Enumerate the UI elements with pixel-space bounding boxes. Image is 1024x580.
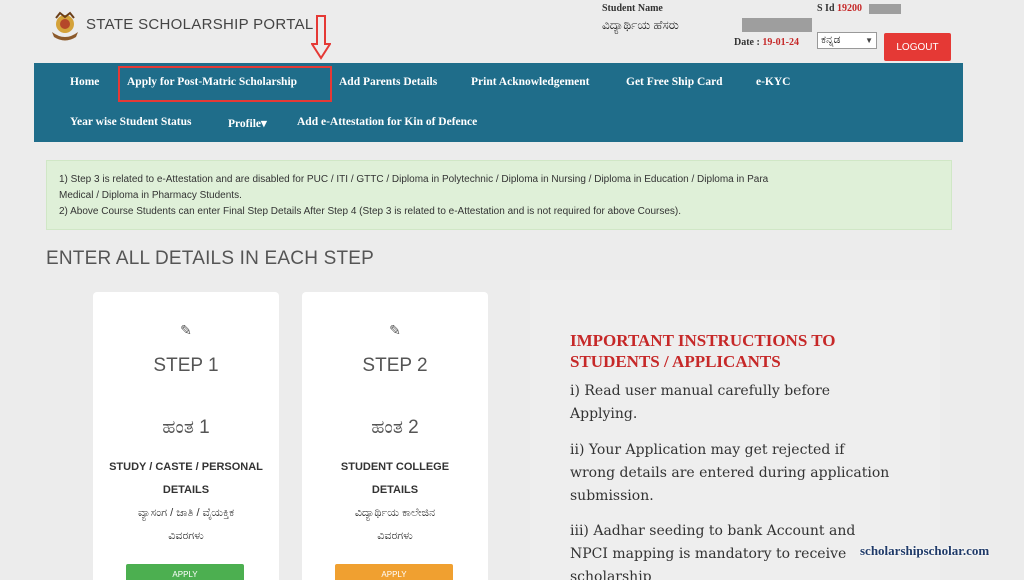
date-label: Date : [734, 37, 760, 48]
nav-add-parents-details[interactable]: Add Parents Details [339, 76, 437, 88]
step-title-kannada: ಹಂತ 1 [162, 417, 210, 438]
step-card-1: ✎ STEP 1 ಹಂತ 1 STUDY / CASTE / PERSONAL … [93, 292, 279, 580]
language-select[interactable]: ಕನ್ನಡ ▼ [817, 32, 877, 49]
important-instructions: IMPORTANT INSTRUCTIONS TO STUDENTS / APP… [530, 280, 940, 580]
step-desc-line: DETAILS [162, 484, 210, 496]
step-desc-kn-line: ವಿವರಗಳು [168, 530, 204, 542]
sid-label: S Id [817, 3, 835, 14]
step-desc-line: DETAILS [371, 484, 419, 496]
instruction-line: scholarship [570, 569, 652, 580]
instruction-item-1: i) Read user manual carefully before App… [570, 380, 900, 426]
chevron-down-icon: ▼ [865, 36, 873, 45]
student-name-label: Student Name [602, 3, 663, 14]
student-name-redacted [742, 18, 812, 32]
section-title: ENTER ALL DETAILS IN EACH STEP [46, 248, 375, 269]
step-description-kannada: ವ್ಯಾಸಂಗ / ಜಾತಿ / ವೈಯಕ್ತಿಕ ವಿವರಗಳು [99, 502, 273, 548]
date-value: 19-01-24 [762, 37, 799, 48]
step-desc-kn-line: ವ್ಯಾಸಂಗ / ಜಾತಿ / ವೈಯಕ್ತಿಕ [137, 507, 235, 519]
instruction-line: i) Read user manual carefully before [570, 383, 831, 399]
nav-year-wise-status[interactable]: Year wise Student Status [70, 116, 192, 128]
step-title-kannada: ಹಂತ 2 [371, 417, 419, 438]
instruction-line: iii) Aadhar seeding to bank Account and [570, 523, 856, 539]
student-id: S Id 19200 [817, 3, 862, 14]
instruction-line: ii) Your Application may get rejected if [570, 442, 845, 458]
nav-print-acknowledgement[interactable]: Print Acknowledgement [471, 76, 590, 88]
notice-line-1: 1) Step 3 is related to e-Attestation an… [59, 174, 769, 185]
instructions-title: IMPORTANT INSTRUCTIONS TO STUDENTS / APP… [570, 330, 890, 372]
nav-ekyc[interactable]: e-KYC [756, 76, 791, 88]
instruction-item-3: iii) Aadhar seeding to bank Account and … [570, 520, 900, 580]
nav-free-ship-card[interactable]: Get Free Ship Card [626, 76, 723, 88]
sid-value: 19200 [837, 3, 863, 14]
instructions-title-line: IMPORTANT INSTRUCTIONS TO [570, 331, 836, 350]
step-1-apply-button[interactable]: APPLY [126, 564, 244, 580]
state-emblem-logo [52, 11, 78, 41]
date-display: Date : 19-01-24 [734, 37, 799, 48]
logout-button[interactable]: LOGOUT [884, 33, 951, 61]
notice-line-1b: Medical / Diploma in Pharmacy Students. [59, 190, 242, 201]
step-description-kannada: ವಿದ್ಯಾರ್ಥಿಯ ಕಾಲೇಜಿನ ವಿವರಗಳು [308, 502, 482, 548]
step-desc-kn-line: ವಿವರಗಳು [377, 530, 413, 542]
step-desc-line: STUDY / CASTE / PERSONAL [109, 461, 263, 473]
main-navbar: Home Apply for Post-Matric Scholarship A… [34, 63, 963, 142]
instruction-line: Applying. [570, 406, 638, 422]
instruction-item-2: ii) Your Application may get rejected if… [570, 439, 900, 508]
pencil-icon: ✎ [389, 322, 401, 338]
step-desc-line: STUDENT COLLEGE [340, 461, 450, 473]
step-description: STUDENT COLLEGE DETAILS [308, 456, 482, 502]
nav-profile-dropdown[interactable]: Profile▾ [228, 116, 267, 130]
annotation-arrow-icon [311, 15, 331, 60]
instruction-line: submission. [570, 488, 654, 504]
step-desc-kn-line: ವಿದ್ಯಾರ್ಥಿಯ ಕಾಲೇಜಿನ [354, 507, 436, 519]
step-title: STEP 1 [153, 355, 219, 376]
pencil-icon: ✎ [180, 322, 192, 338]
nav-e-attestation-defence[interactable]: Add e-Attestation for Kin of Defence [297, 116, 477, 128]
step-description: STUDY / CASTE / PERSONAL DETAILS [99, 456, 273, 502]
site-watermark: scholarshipscholar.com [860, 543, 990, 558]
notice-line-2: 2) Above Course Students can enter Final… [59, 206, 682, 217]
instruction-line: NPCI mapping is mandatory to receive [570, 546, 847, 562]
nav-home[interactable]: Home [70, 76, 99, 88]
nav-apply-post-matric[interactable]: Apply for Post-Matric Scholarship [127, 76, 297, 88]
step-title: STEP 2 [362, 355, 428, 376]
portal-title: STATE SCHOLARSHIP PORTAL [86, 16, 314, 33]
notice-alert: 1) Step 3 is related to e-Attestation an… [46, 160, 952, 230]
instructions-title-line: STUDENTS / APPLICANTS [570, 352, 781, 371]
step-card-2: ✎ STEP 2 ಹಂತ 2 STUDENT COLLEGE DETAILS ವ… [302, 292, 488, 580]
top-header: STATE SCHOLARSHIP PORTAL Student Name ವಿ… [0, 0, 1024, 64]
sid-redacted [869, 4, 901, 14]
student-name-kannada: ವಿದ್ಯಾರ್ಥಿಯ ಹೆಸರು [602, 18, 679, 32]
instruction-line: wrong details are entered during applica… [570, 465, 890, 481]
step-2-apply-button[interactable]: APPLY [335, 564, 453, 580]
language-selected: ಕನ್ನಡ [821, 34, 841, 46]
